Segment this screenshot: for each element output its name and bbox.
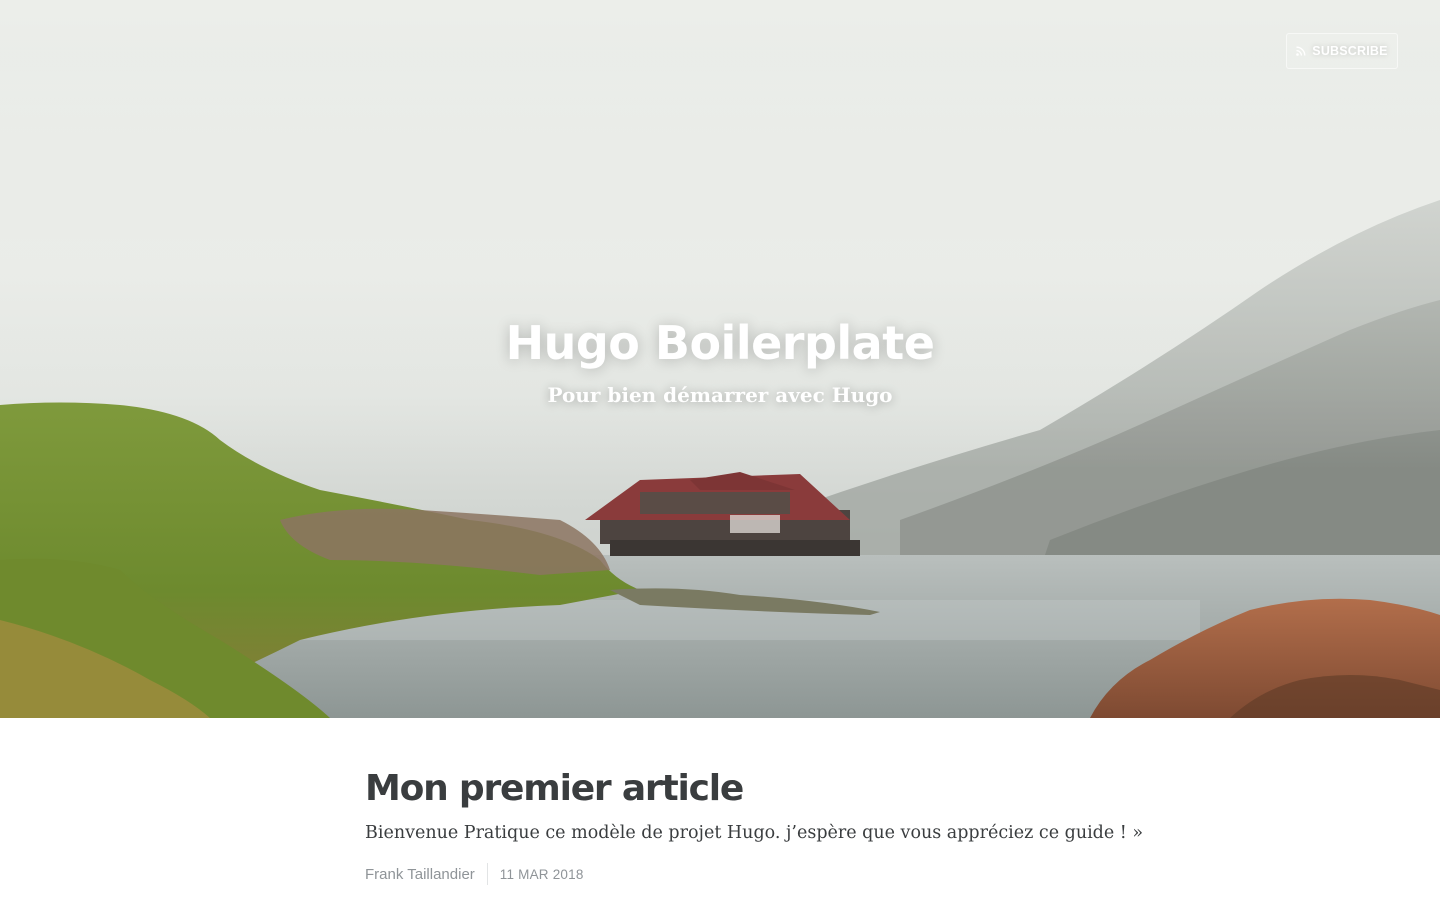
- page: SUBSCRIBE Hugo Boilerplate Pour bien dém…: [0, 0, 1440, 900]
- post-title[interactable]: Mon premier article: [365, 766, 1075, 812]
- post-excerpt-text: Bienvenue Pratique ce modèle de projet H…: [365, 823, 1127, 843]
- post-author[interactable]: Frank Taillandier: [365, 866, 487, 883]
- read-more-link[interactable]: »: [1132, 823, 1143, 843]
- site-header: SUBSCRIBE Hugo Boilerplate Pour bien dém…: [0, 0, 1440, 718]
- post-card: Mon premier article Bienvenue Pratique c…: [365, 766, 1143, 885]
- post-meta: Frank Taillandier 11 MAR 2018: [365, 863, 1075, 885]
- subscribe-button[interactable]: SUBSCRIBE: [1286, 33, 1398, 69]
- rss-icon: [1296, 46, 1306, 56]
- site-description: Pour bien démarrer avec Hugo: [547, 383, 893, 407]
- post-excerpt: Bienvenue Pratique ce modèle de projet H…: [365, 818, 1143, 848]
- chalet-illustration: [585, 472, 860, 556]
- post-date: 11 MAR 2018: [499, 866, 584, 882]
- post-feed: Mon premier article Bienvenue Pratique c…: [365, 718, 1143, 885]
- site-title: Hugo Boilerplate: [505, 316, 935, 370]
- subscribe-label: SUBSCRIBE: [1312, 44, 1388, 58]
